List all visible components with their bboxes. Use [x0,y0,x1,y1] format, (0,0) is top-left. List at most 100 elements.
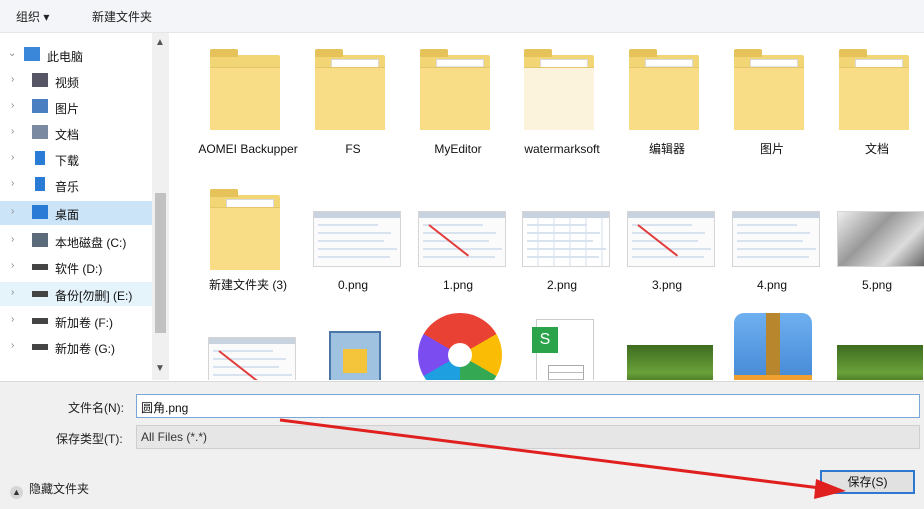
file-tile[interactable] [615,301,719,380]
file-name: watermarksoft [524,142,600,156]
save-button[interactable]: 保存(S) [820,470,915,494]
nav-item[interactable]: › 图片 [0,95,152,119]
nav-item-label: 桌面 [55,208,80,222]
image-thumbnail [204,309,296,380]
pictures-icon [32,99,48,113]
nav-item-label: 下载 [55,154,80,168]
nav-item[interactable]: ⌄ 此电脑 [0,43,152,67]
folder-icon [204,189,292,277]
new-folder-button[interactable]: 新建文件夹 [92,8,152,25]
nav-item-label: 视频 [55,76,80,90]
chevron-icon[interactable]: ⌄ [8,48,16,59]
image-thumbnail [623,189,715,277]
filename-input[interactable]: 圆角.png [136,394,920,418]
file-tile[interactable]: 0.png [301,181,405,301]
image-thumbnail [518,189,610,277]
nav-item[interactable]: › 新加卷 (G:) [0,335,152,359]
chevron-up-icon: ▲ [10,486,23,499]
disk-icon [32,233,48,247]
file-tile[interactable]: 新建文件夹 (3) [196,181,300,301]
file-tile[interactable]: 4.png [720,181,824,301]
image-thumbnail [728,189,820,277]
nav-scrollbar[interactable]: ▲ ▼ [152,33,169,380]
filetype-select[interactable]: All Files (*.*) [136,425,920,449]
folder-icon [518,49,606,137]
chevron-icon[interactable]: › [11,100,14,111]
image-thumbnail [833,309,923,380]
file-tile[interactable] [196,301,300,380]
scroll-thumb[interactable] [155,193,166,333]
chevron-icon[interactable]: › [11,234,14,245]
nav-item-label: 音乐 [55,180,80,194]
chevron-icon[interactable]: › [11,314,14,325]
chevron-icon[interactable]: › [11,178,14,189]
file-name: 文档 [864,142,889,156]
chevron-icon[interactable]: › [11,287,14,298]
nav-item[interactable]: › 文档 [0,121,152,145]
file-name: 新建文件夹 (3) [208,278,287,292]
file-tile[interactable]: 2.png [510,181,614,301]
nav-item[interactable]: › 本地磁盘 (C:) [0,229,152,253]
chevron-icon[interactable]: › [11,74,14,85]
nav-item-label: 图片 [55,102,80,116]
nav-item-label: 新加卷 (G:) [55,342,115,356]
nav-item-label: 新加卷 (F:) [55,316,113,330]
file-name: FS [345,142,361,156]
file-tile[interactable]: 图片 [720,41,824,161]
file-tile[interactable] [720,301,824,380]
nav-item[interactable]: › 软件 (D:) [0,255,152,279]
drive-icon [32,291,48,297]
scroll-down-icon[interactable]: ▼ [155,363,165,374]
scroll-up-icon[interactable]: ▲ [155,37,165,48]
nav-item-label: 软件 (D:) [55,262,103,276]
chevron-icon[interactable]: › [11,340,14,351]
file-tile[interactable]: FS [301,41,405,161]
chevron-icon[interactable]: › [11,152,14,163]
drive-icon [32,344,48,350]
nav-item[interactable]: › 新加卷 (F:) [0,309,152,333]
desktop-icon [32,205,48,219]
file-tile[interactable] [825,301,924,380]
file-view: AOMEI Backupper FS MyEditor watermarksoft 编辑… [170,33,924,380]
file-tile[interactable] [406,301,510,380]
file-tile[interactable]: 5.png [825,181,924,301]
spreadsheet-icon: S [518,309,606,380]
folder-icon [728,49,816,137]
file-tile[interactable]: 1.png [406,181,510,301]
folder-icon [204,49,292,137]
folder-icon [623,49,711,137]
nav-item[interactable]: › 音乐 [0,173,152,197]
music-icon [35,177,45,191]
file-tile[interactable]: S [510,301,614,380]
file-tile[interactable]: 文档 [825,41,924,161]
image-thumbnail [623,309,713,380]
file-tile[interactable]: MyEditor [406,41,510,161]
nav-item[interactable]: › 桌面 [0,201,152,225]
nav-item[interactable]: › 备份[勿删] (E:) [0,282,152,306]
file-tile[interactable] [301,301,405,380]
file-tile[interactable]: watermarksoft [510,41,614,161]
file-name: 3.png [651,278,683,292]
file-tile[interactable]: 编辑器 [615,41,719,161]
file-name: 5.png [861,278,893,292]
image-thumbnail [414,189,506,277]
folder-icon [833,49,921,137]
image-thumbnail [309,189,401,277]
hide-folders-button[interactable]: ▲ 隐藏文件夹 [10,480,89,499]
nav-item[interactable]: › 下载 [0,147,152,171]
folder-icon [309,49,397,137]
image-thumbnail [833,189,924,277]
file-name: 1.png [442,278,474,292]
file-name: AOMEI Backupper [198,142,298,156]
toolbar: 组织 ▾ 新建文件夹 [0,0,924,33]
chevron-icon[interactable]: › [11,260,14,271]
file-tile[interactable]: 3.png [615,181,719,301]
pc-icon [24,47,40,61]
nav-item-label: 备份[勿删] (E:) [55,289,133,303]
chevron-icon[interactable]: › [11,206,14,217]
file-name: 编辑器 [648,142,685,156]
organize-menu[interactable]: 组织 ▾ [16,8,49,25]
chevron-icon[interactable]: › [11,126,14,137]
nav-item[interactable]: › 视频 [0,69,152,93]
file-tile[interactable]: AOMEI Backupper [196,41,300,161]
